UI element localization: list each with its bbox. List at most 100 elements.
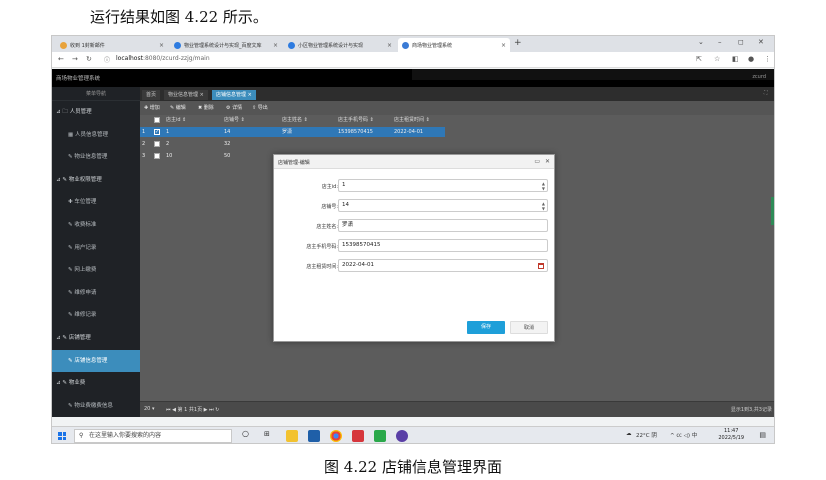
- form-row: 店主手机号码: 15398570415: [274, 239, 554, 253]
- maximize-icon[interactable]: ◻: [738, 38, 744, 46]
- browser-tab[interactable]: 收到 1封新邮件 ×: [56, 38, 168, 52]
- tab-shop-info[interactable]: 店铺信息管理 ×: [212, 90, 256, 100]
- sidebar-item[interactable]: ✎ 网上缴费: [52, 259, 140, 282]
- url-field[interactable]: localhost:8080/zcurd-zzjg/main: [116, 55, 210, 62]
- clock-time: 11:47: [723, 428, 739, 434]
- close-icon[interactable]: ×: [501, 42, 506, 49]
- app-icon[interactable]: [396, 430, 408, 442]
- sidebar-item[interactable]: ✎ 维修记录: [52, 304, 140, 327]
- browser-tab[interactable]: 物业管理系统设计与实现_百度文库 ×: [170, 38, 282, 52]
- browser-tab-active[interactable]: 商场物业管理系统 ×: [398, 38, 510, 52]
- chrome-icon[interactable]: [330, 430, 342, 442]
- sidebar-item[interactable]: ✚ 车位管理: [52, 191, 140, 214]
- system-tray[interactable]: ^ ㏄ ◁) 中: [670, 431, 697, 439]
- sidebar-item[interactable]: ▦ 人员信息管理: [52, 124, 140, 147]
- stepper-icon[interactable]: ▲ ▼: [542, 201, 545, 211]
- edit-button[interactable]: ✎ 编辑: [170, 104, 186, 111]
- save-button[interactable]: 保存: [467, 321, 505, 334]
- cell-phone: 15398570415: [338, 129, 373, 135]
- taskbar-search-input[interactable]: ⚲ 在这里输入你要搜索的内容: [74, 429, 232, 443]
- sidebar-item[interactable]: ✎ 维修申请: [52, 282, 140, 305]
- column-header[interactable]: 店主租赁时间 ⇕: [394, 115, 430, 125]
- page-info: 显示1到3,共3记录: [730, 407, 772, 413]
- sidebar-item[interactable]: ⊿ 🗀 人员管理: [52, 101, 140, 124]
- stepper-icon[interactable]: ▲ ▼: [542, 181, 545, 191]
- row-checkbox[interactable]: [154, 153, 160, 159]
- close-icon[interactable]: ✕: [545, 158, 550, 165]
- weather-text[interactable]: 22°C 阴: [636, 431, 657, 439]
- wps-icon[interactable]: [352, 430, 364, 442]
- shop-number-field[interactable]: 14 ▲ ▼: [338, 199, 548, 212]
- close-icon[interactable]: ×: [273, 42, 278, 49]
- column-header[interactable]: 店主手机号码 ⇕: [338, 115, 374, 125]
- lease-date-field[interactable]: 2022-04-01: [338, 259, 548, 272]
- calendar-icon[interactable]: [538, 263, 544, 269]
- form-row: 店主租赁时间: 2022-04-01: [274, 259, 554, 273]
- minimize-icon[interactable]: –: [718, 38, 722, 46]
- page-nav[interactable]: ⏮ ◀ 第 1 共1页 ▶ ⏭ ↻: [166, 406, 219, 413]
- expand-icon[interactable]: ⛶: [764, 90, 768, 96]
- menu-icon[interactable]: ⋮: [764, 55, 771, 63]
- cancel-button[interactable]: 取消: [510, 321, 548, 334]
- browser-tab[interactable]: 小区物业管理系统设计与实现 ×: [284, 38, 396, 52]
- sidebar-item[interactable]: ✎ 物业信息管理: [52, 146, 140, 169]
- reload-icon[interactable]: ↻: [86, 55, 92, 63]
- dialog-title: 店铺管理-编辑: [278, 160, 310, 166]
- sidebar-item[interactable]: ✎ 用户记录: [52, 237, 140, 260]
- close-icon[interactable]: ×: [159, 42, 164, 49]
- owner-id-field[interactable]: 1 ▲ ▼: [338, 179, 548, 192]
- table-row[interactable]: 1 ✓ 1 14 罗潇 15398570415 2022-04-01: [140, 127, 774, 137]
- sidebar-item[interactable]: ✎ 收费标准: [52, 214, 140, 237]
- file-explorer-icon[interactable]: [286, 430, 298, 442]
- tab-label: 物业管理系统设计与实现_百度文库: [184, 42, 262, 49]
- page-size-select[interactable]: 20 ▾: [144, 406, 154, 412]
- field-value: 2022-04-01: [342, 262, 374, 268]
- windows-start-icon[interactable]: [58, 432, 66, 440]
- owner-phone-field[interactable]: 15398570415: [338, 239, 548, 252]
- tab-property-info[interactable]: 物业信息管理 ×: [164, 90, 208, 100]
- window-close-icon[interactable]: ✕: [758, 38, 764, 46]
- close-icon[interactable]: ×: [387, 42, 392, 49]
- forward-icon[interactable]: →: [72, 55, 78, 63]
- share-icon[interactable]: ⇱: [696, 55, 702, 63]
- sidebar-item[interactable]: ⊿ ✎ 物业费: [52, 372, 140, 395]
- scrollbar[interactable]: [771, 197, 774, 225]
- app-title: 商场物业管理系统: [56, 76, 101, 82]
- star-icon[interactable]: ☆: [714, 55, 720, 63]
- sidebar-item[interactable]: ✎ 物业费缴费信息: [52, 395, 140, 418]
- row-checkbox[interactable]: [154, 141, 160, 147]
- profile-icon[interactable]: ●: [748, 55, 754, 63]
- export-button[interactable]: ⇪ 导出: [252, 104, 268, 111]
- user-name[interactable]: zcurd: [752, 74, 766, 80]
- search-placeholder: 在这里输入你要搜索的内容: [89, 432, 162, 439]
- mail-app-icon[interactable]: [308, 430, 320, 442]
- add-button[interactable]: ✚ 增加: [144, 104, 160, 111]
- column-header[interactable]: 店铺号 ⇕: [224, 115, 245, 125]
- table-row[interactable]: 2 2 32: [140, 139, 774, 149]
- detail-button[interactable]: ⚙ 详情: [226, 104, 242, 111]
- select-all-checkbox[interactable]: [154, 117, 160, 123]
- row-checkbox[interactable]: ✓: [154, 129, 160, 135]
- column-header[interactable]: 店主姓名 ⇕: [282, 115, 308, 125]
- caption-bottom: 图 4.22 店铺信息管理界面: [324, 458, 502, 476]
- notification-icon[interactable]: ▤: [759, 431, 766, 439]
- weather-icon: ☁: [626, 431, 632, 437]
- pagination: 20 ▾ ⏮ ◀ 第 1 共1页 ▶ ⏭ ↻ 显示1到3,共3记录: [140, 401, 774, 417]
- sidebar-item[interactable]: ⊿ ✎ 店铺管理: [52, 327, 140, 350]
- field-label: 店铺号:: [321, 204, 338, 210]
- column-header[interactable]: 店主id ⇕: [166, 115, 186, 125]
- task-view-icon[interactable]: ⊞: [264, 430, 270, 438]
- chevron-down-icon[interactable]: ⌄: [698, 38, 704, 46]
- owner-name-field[interactable]: 罗潇: [338, 219, 548, 232]
- cortana-icon[interactable]: ○: [242, 429, 249, 438]
- tab-home[interactable]: 首页: [142, 90, 161, 100]
- delete-button[interactable]: ✖ 删除: [198, 104, 214, 111]
- clock[interactable]: 11:47 2022/5/19: [718, 428, 744, 442]
- sidebar-icon[interactable]: ◧: [732, 55, 739, 63]
- maximize-icon[interactable]: ▭: [534, 158, 540, 165]
- sidebar-item[interactable]: ✎ 店铺信息管理: [52, 349, 140, 373]
- sidebar-item[interactable]: ⊿ ✎ 物业权限管理: [52, 169, 140, 192]
- back-icon[interactable]: ←: [58, 55, 64, 63]
- new-tab-button[interactable]: +: [514, 38, 522, 48]
- app-icon[interactable]: [374, 430, 386, 442]
